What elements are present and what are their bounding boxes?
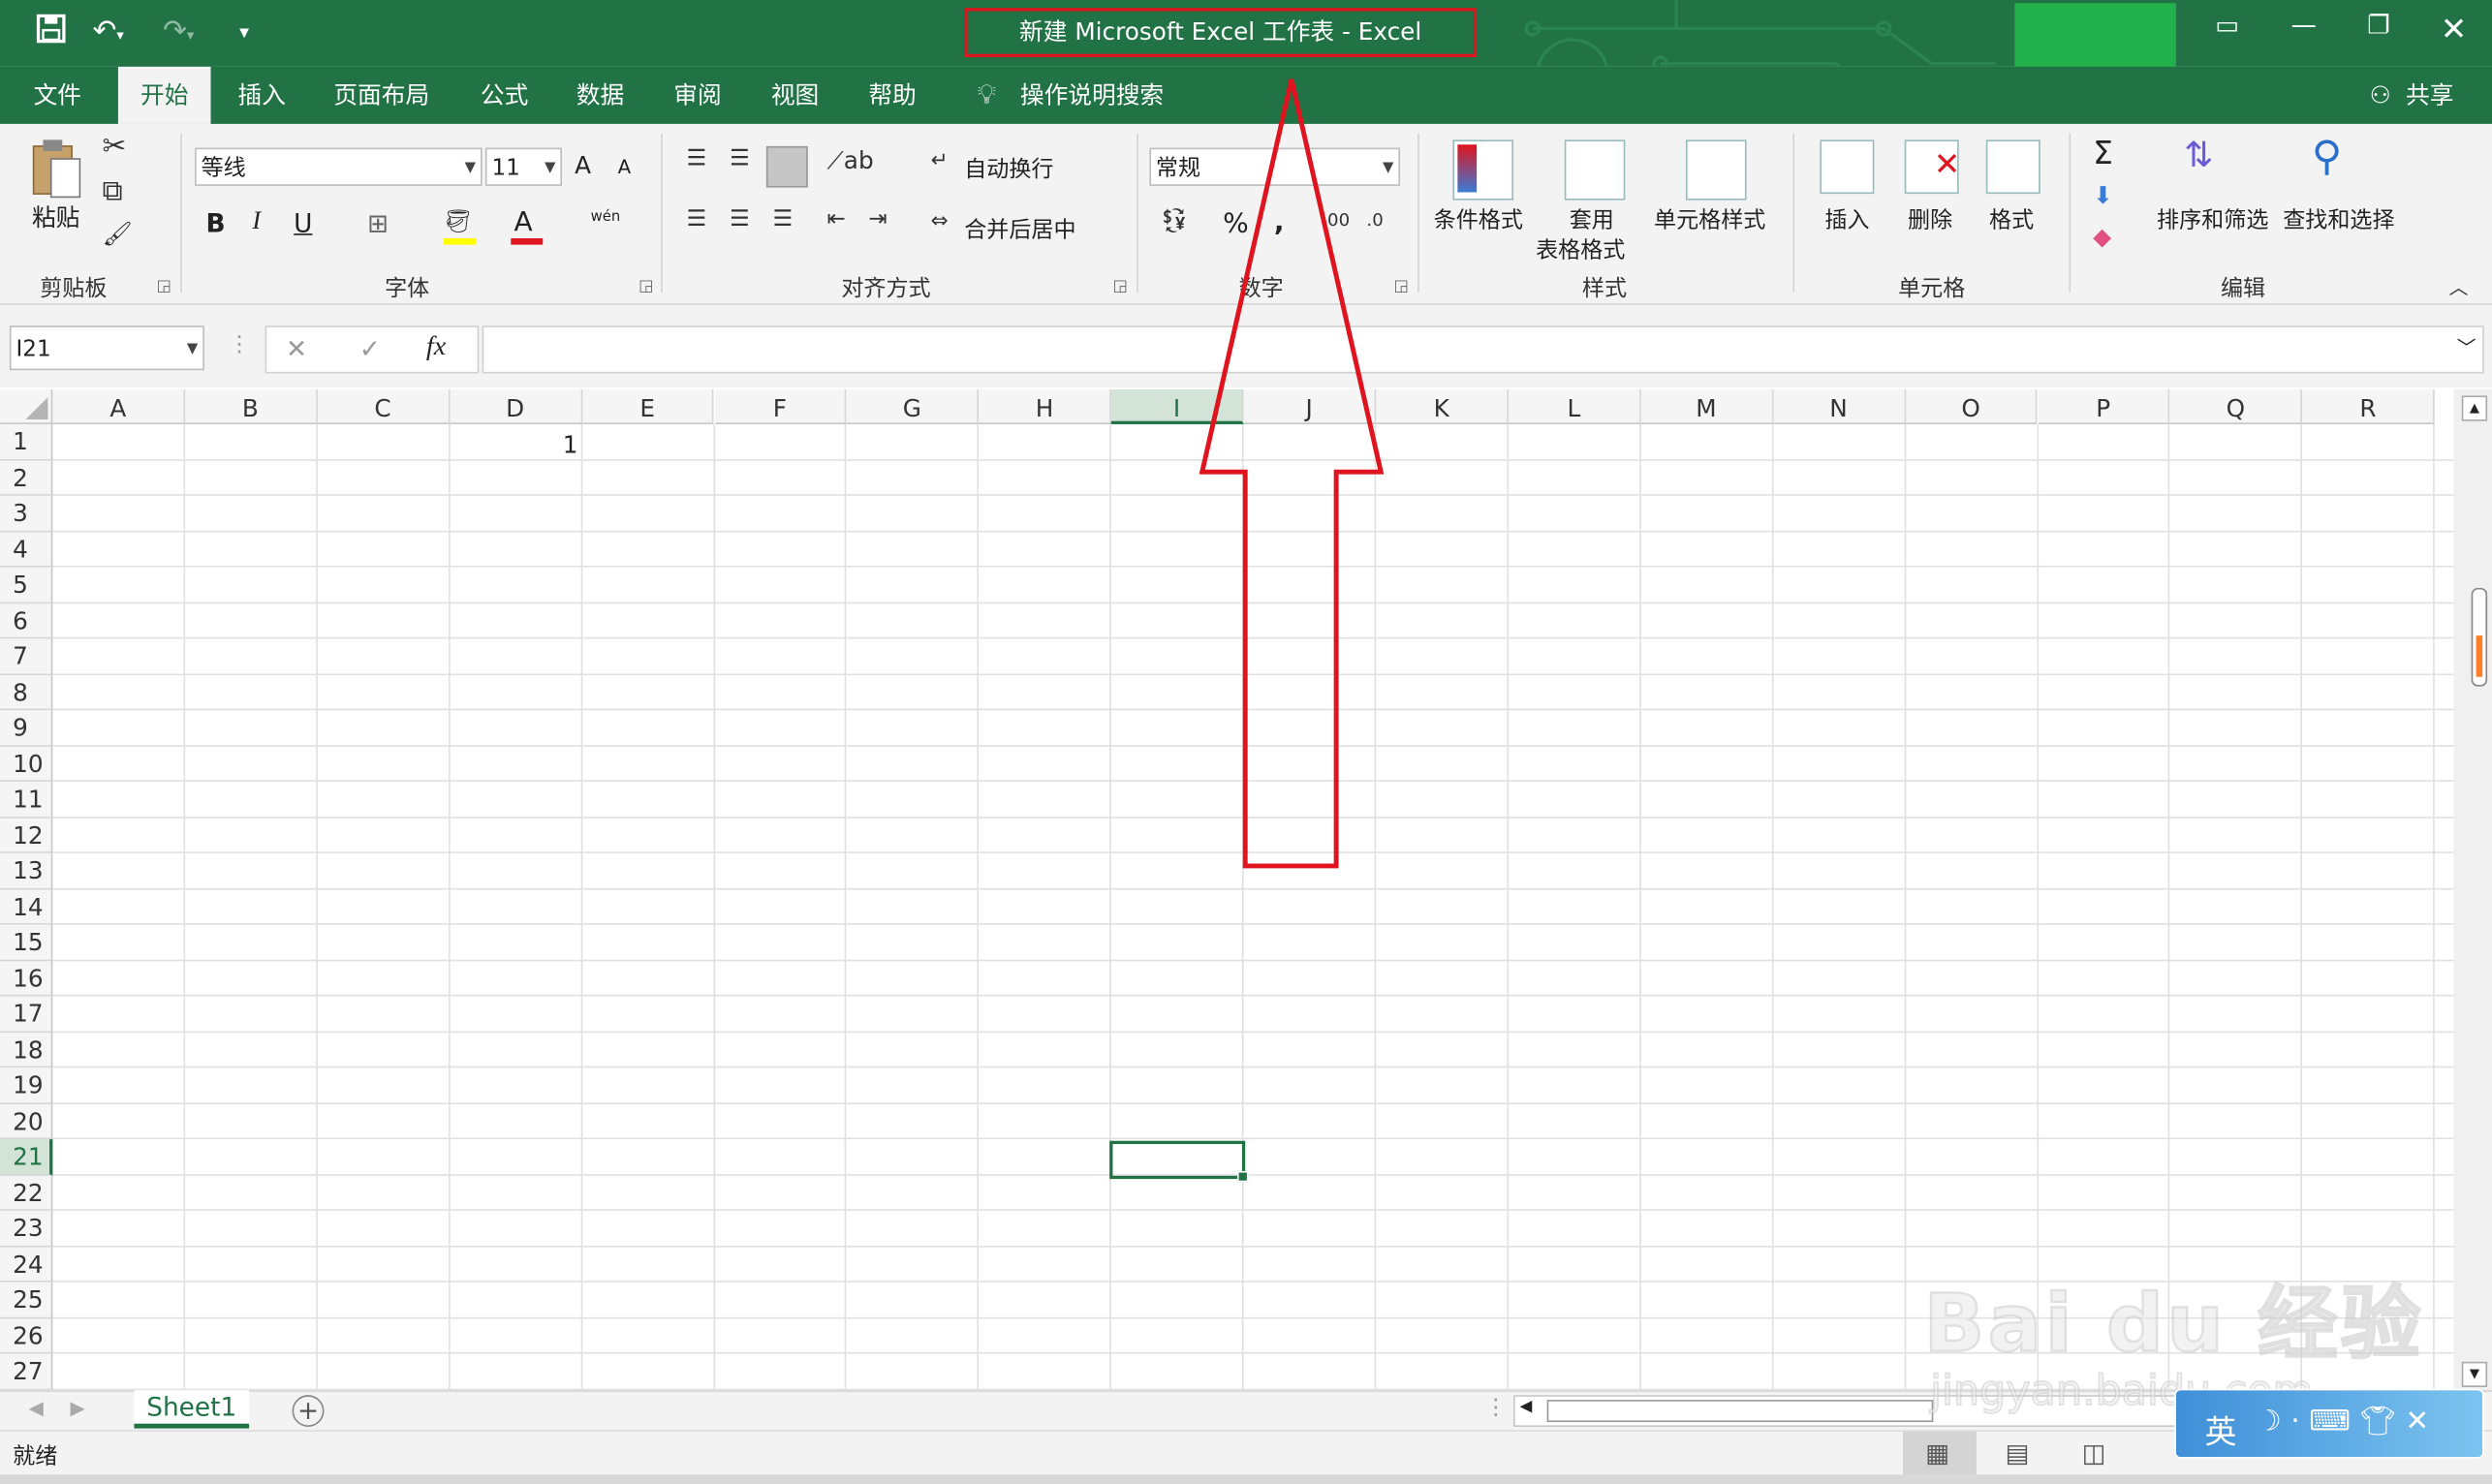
annotation-arrow: [1199, 78, 1385, 869]
excel-window: ↶▾ ↷▾ ▾ 新建 Microsoft Excel 工作表 - Excel ▭…: [0, 0, 2492, 1484]
